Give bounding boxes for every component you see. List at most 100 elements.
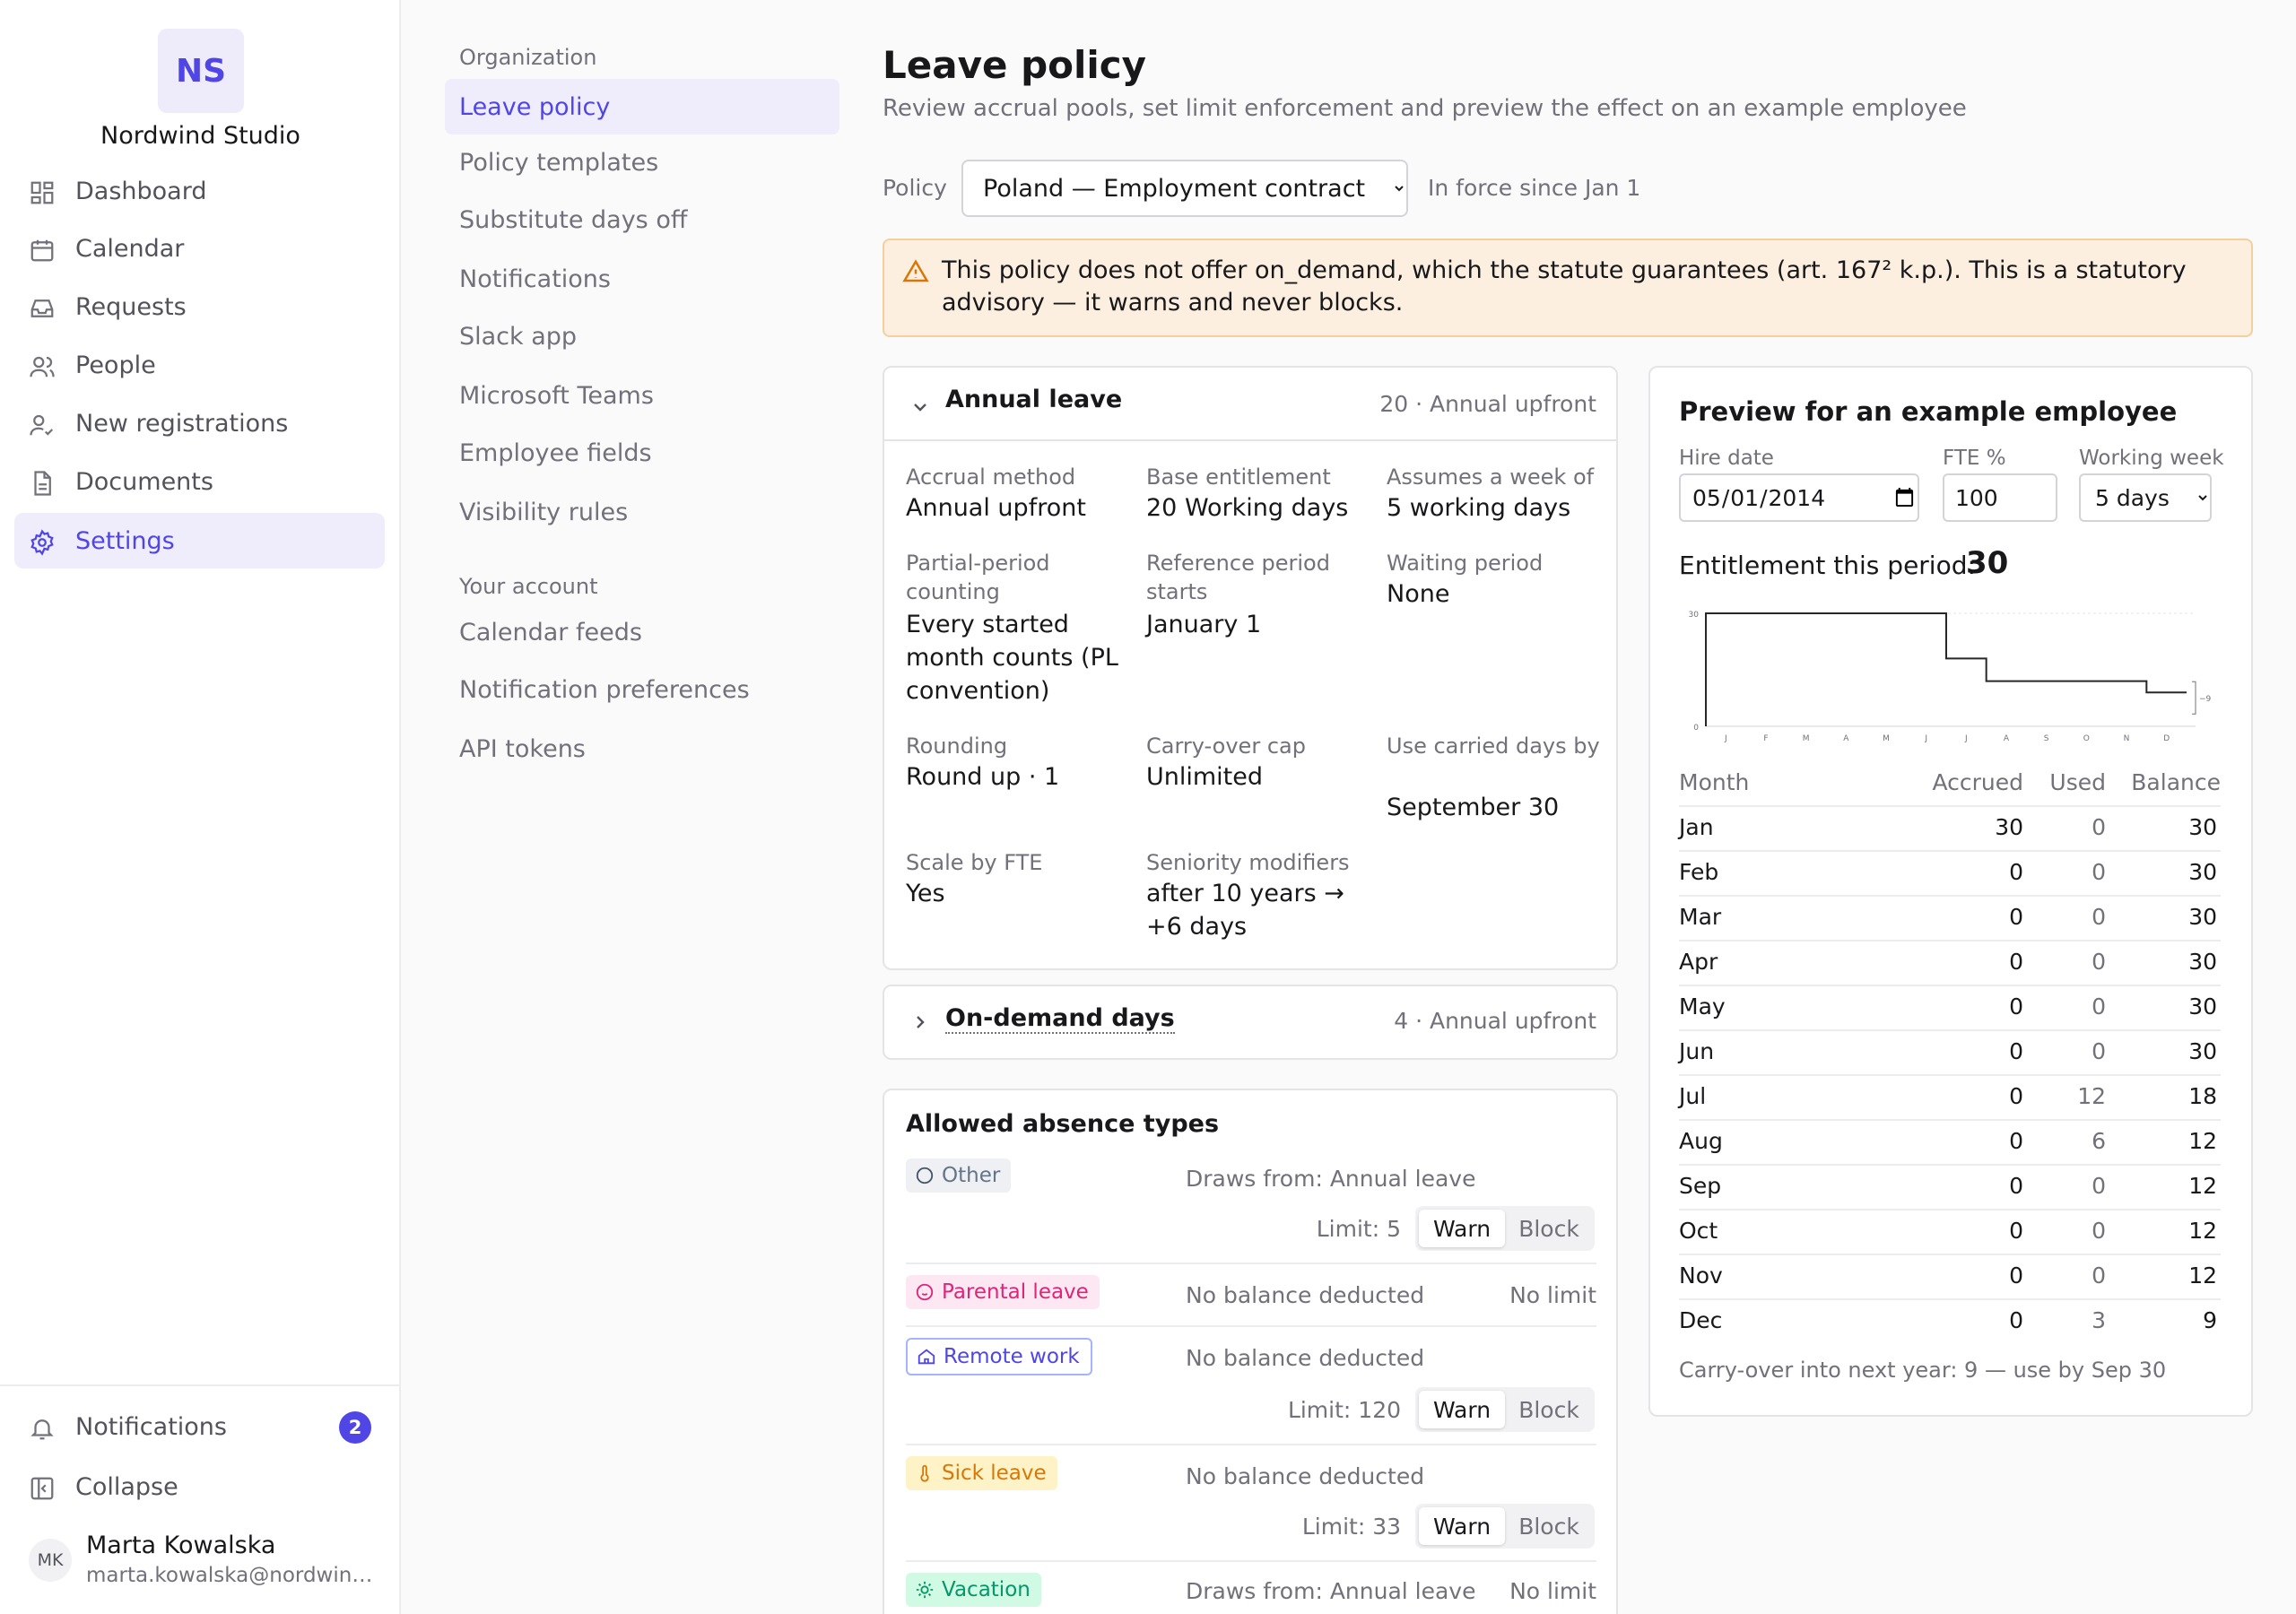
warn-option[interactable]: Warn [1419,1210,1505,1247]
nav-label: People [75,351,156,379]
field-value: 20 Working days [1146,494,1349,522]
field-value: 5 working days [1387,494,1571,522]
accrued-cell: 0 [2009,1173,2023,1199]
block-option[interactable]: Block [1507,1507,1591,1545]
accrued-cell: 0 [2009,1128,2023,1154]
sun-icon [916,1581,934,1599]
warning-icon [902,259,929,282]
fte-input[interactable] [1943,473,2057,522]
settings-item-api-tokens[interactable]: API tokens [445,721,839,777]
collapse-icon [30,1477,54,1500]
x-tick-label: F [1763,734,1768,743]
settings-item-visibility-rules[interactable]: Visibility rules [445,484,839,540]
row-divider [1679,985,2221,986]
policy-select[interactable]: Poland — Employment contract [961,160,1408,217]
field-value: Annual upfront [906,494,1086,522]
accrued-cell: 0 [2009,1263,2023,1289]
row-divider [906,1444,1596,1445]
nav-people[interactable]: People [14,337,385,393]
month-cell: Mar [1679,904,1722,930]
row-divider [1679,1164,2221,1166]
absence-source: No balance deducted [1186,1282,1425,1308]
nav-label: Requests [75,292,187,321]
nav-calendar[interactable]: Calendar [14,221,385,276]
month-cell: Jun [1679,1038,1715,1064]
pool-meta: 4 · Annual upfront [1394,1008,1596,1034]
settings-item-microsoft-teams[interactable]: Microsoft Teams [445,368,839,423]
row-divider [1679,940,2221,941]
used-cell: 0 [2092,859,2106,885]
nav-documents[interactable]: Documents [14,454,385,509]
settings-section-organization: Organization [459,45,597,70]
field-label: Seniority modifiers [1146,850,1350,875]
pool-title[interactable]: Annual leave [945,386,1122,413]
x-tick-label: A [2004,734,2010,743]
absence-type-name: Vacation [942,1578,1031,1601]
chevron-right-icon[interactable] [909,1011,931,1033]
x-tick-label: N [2124,734,2130,743]
bell-icon [30,1419,54,1440]
month-cell: Apr [1679,949,1718,975]
hire-date-input[interactable] [1679,473,1919,522]
block-option[interactable]: Block [1507,1210,1591,1247]
block-option[interactable]: Block [1507,1391,1591,1428]
nav-new-registrations[interactable]: New registrations [14,395,385,451]
warn-option[interactable]: Warn [1419,1507,1505,1545]
working-week-select[interactable]: 5 days [2079,473,2212,522]
dashboard-icon [30,181,54,204]
nav-requests[interactable]: Requests [14,279,385,334]
absence-source: No balance deducted [1186,1345,1425,1371]
accrued-cell: 30 [1995,814,2023,840]
pool-title[interactable]: On-demand days [945,1004,1175,1034]
settings-item-calendar-feeds[interactable]: Calendar feeds [445,604,839,660]
warn-option[interactable]: Warn [1419,1391,1505,1428]
settings-item-employee-fields[interactable]: Employee fields [445,425,839,481]
hire-date-label: Hire date [1679,447,1774,470]
circle-icon [916,1167,934,1184]
settings-item-slack-app[interactable]: Slack app [445,308,839,364]
x-tick-label: J [1924,734,1927,743]
nav-label: Calendar [75,234,185,263]
balance-cell: 30 [2188,904,2217,930]
collapse-button[interactable]: Collapse [14,1459,385,1514]
annual-leave-card: Annual leave 20 · Annual upfront Accrual… [883,366,1618,970]
balance-cell: 12 [2188,1218,2217,1244]
settings-item-substitute-days[interactable]: Substitute days off [445,192,839,247]
field-value: Yes [906,880,945,907]
nav-notifications[interactable]: Notifications [14,1399,385,1454]
balance-chart: 0 30 J F M A M J J A S O N D −9 [1689,611,2212,743]
balance-cell: 18 [2188,1083,2217,1109]
settings-item-notification-preferences[interactable]: Notification preferences [445,662,839,717]
col-balance: Balance [2131,769,2221,795]
field-value: January 1 [1146,611,1262,638]
accrued-cell: 0 [2009,904,2023,930]
row-divider [1679,1074,2221,1076]
statutory-advisory-banner: This policy does not offer on_demand, wh… [883,239,2253,337]
month-cell: Jul [1679,1083,1707,1109]
nav-dashboard[interactable]: Dashboard [14,163,385,219]
settings-item-policy-templates[interactable]: Policy templates [445,134,839,190]
absence-limit: No limit [1509,1282,1596,1308]
entitlement-value: 30 [1966,545,2009,581]
page-subtitle: Review accrual pools, set limit enforcem… [883,95,1967,122]
on-demand-card[interactable]: On-demand days 4 · Annual upfront [883,985,1618,1060]
used-cell: 0 [2092,949,2106,975]
accrued-cell: 0 [2009,994,2023,1020]
col-month: Month [1679,769,1750,795]
settings-item-leave-policy[interactable]: Leave policy [445,79,839,134]
chevron-down-icon[interactable] [909,396,931,418]
settings-item-notifications[interactable]: Notifications [445,251,839,307]
absence-type-name: Remote work [944,1345,1080,1368]
balance-cell: 12 [2188,1263,2217,1289]
org-logo[interactable]: NS [158,29,244,113]
inbox-icon [30,299,54,317]
nav-settings[interactable]: Settings [14,513,385,568]
balance-cell: 12 [2188,1128,2217,1154]
x-tick-label: M [1803,734,1810,743]
avatar[interactable]: MK [29,1539,72,1582]
field-value: September 30 [1387,794,1560,821]
row-divider [1679,1254,2221,1255]
baby-icon [916,1283,934,1301]
balance-cell: 30 [2188,994,2217,1020]
collapse-label: Collapse [75,1472,178,1501]
